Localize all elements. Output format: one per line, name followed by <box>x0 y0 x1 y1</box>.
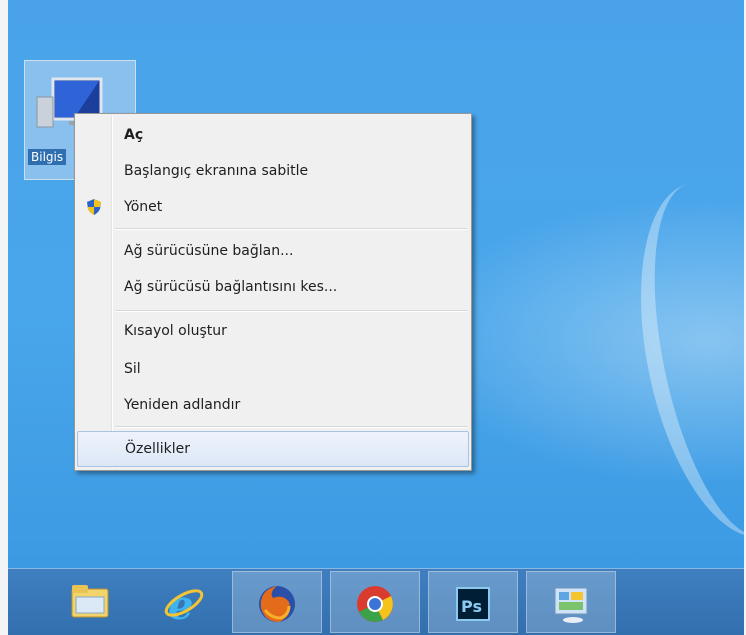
svg-text:Ps: Ps <box>461 597 482 616</box>
chrome-icon <box>357 586 393 622</box>
menu-item-label: Ağ sürücüsü bağlantısını kes... <box>124 279 338 295</box>
menu-item-rename[interactable]: Yeniden adlandır <box>77 388 469 422</box>
menu-item-create-shortcut[interactable]: Kısayol oluştur <box>77 314 469 348</box>
file-explorer-icon <box>71 585 109 618</box>
menu-item-properties[interactable]: Özellikler <box>77 431 469 467</box>
control-panel-icon <box>554 587 588 623</box>
menu-separator <box>115 426 467 428</box>
taskbar-button-file-explorer[interactable] <box>46 571 134 631</box>
menu-item-delete[interactable]: Sil <box>77 352 469 386</box>
menu-item-open[interactable]: Aç <box>77 118 469 152</box>
uac-shield-icon <box>87 199 101 215</box>
menu-item-label: Sil <box>124 361 141 377</box>
menu-item-manage[interactable]: Yönet <box>77 190 469 224</box>
taskbar-button-photoshop[interactable]: Ps <box>428 571 518 633</box>
context-menu: Aç Başlangıç ekranına sabitle Yönet Ağ s… <box>74 113 472 471</box>
menu-item-label: Başlangıç ekranına sabitle <box>124 163 309 179</box>
menu-item-label: Yönet <box>124 199 163 215</box>
internet-explorer-icon: e <box>164 582 204 625</box>
menu-separator <box>115 310 467 312</box>
taskbar-button-internet-explorer[interactable]: e <box>140 571 228 631</box>
menu-item-label: Aç <box>124 127 144 143</box>
menu-item-label: Kısayol oluştur <box>124 323 227 339</box>
menu-item-map-network-drive[interactable]: Ağ sürücüsüne bağlan... <box>77 234 469 268</box>
taskbar-button-firefox[interactable] <box>232 571 322 633</box>
menu-item-label: Ağ sürücüsüne bağlan... <box>124 243 294 259</box>
taskbar: e Ps <box>8 568 744 635</box>
menu-item-label: Yeniden adlandır <box>124 397 241 413</box>
menu-item-disconnect-network-drive[interactable]: Ağ sürücüsü bağlantısını kes... <box>77 270 469 304</box>
photoshop-icon: Ps <box>456 587 490 621</box>
wallpaper-swoosh <box>612 167 744 553</box>
menu-item-label: Özellikler <box>125 441 191 457</box>
firefox-icon <box>259 586 295 622</box>
menu-item-pin-to-start[interactable]: Başlangıç ekranına sabitle <box>77 154 469 188</box>
desktop-icon-label: Bilgis <box>28 149 67 165</box>
menu-separator <box>115 228 467 230</box>
taskbar-button-chrome[interactable] <box>330 571 420 633</box>
taskbar-button-control-panel[interactable] <box>526 571 616 633</box>
